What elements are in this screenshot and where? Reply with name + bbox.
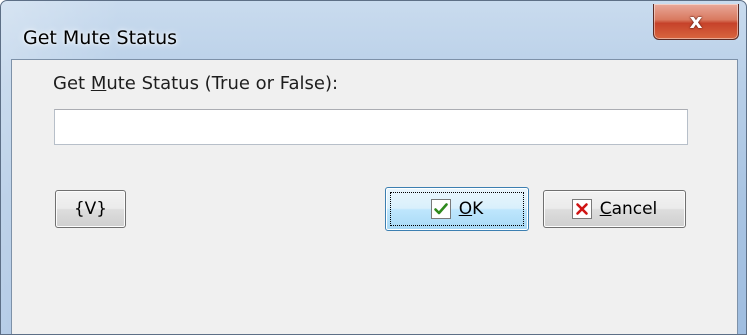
- mute-status-label: Get Mute Status (True or False):: [53, 73, 338, 94]
- variable-button[interactable]: {V}: [55, 190, 126, 228]
- mute-status-input[interactable]: [54, 109, 688, 145]
- cancel-button[interactable]: Cancel: [543, 190, 686, 228]
- cancel-button-label: Cancel: [599, 199, 658, 219]
- close-button[interactable]: x: [653, 4, 739, 40]
- ok-button[interactable]: OK: [385, 187, 529, 231]
- label-mnemonic: M: [90, 73, 107, 94]
- label-suffix: ute Status (True or False):: [106, 73, 339, 94]
- label-prefix: Get: [53, 73, 91, 94]
- close-icon: x: [689, 9, 703, 33]
- ok-button-label: OK: [458, 199, 484, 219]
- ok-button-content: OK: [430, 199, 484, 219]
- dialog-window: Get Mute Status x Get Mute Status (True …: [0, 0, 747, 335]
- check-icon: [430, 199, 451, 219]
- variable-button-label: {V}: [73, 199, 108, 219]
- window-title: Get Mute Status: [23, 27, 178, 49]
- x-mark-icon: [571, 199, 592, 219]
- cancel-button-content: Cancel: [571, 199, 658, 219]
